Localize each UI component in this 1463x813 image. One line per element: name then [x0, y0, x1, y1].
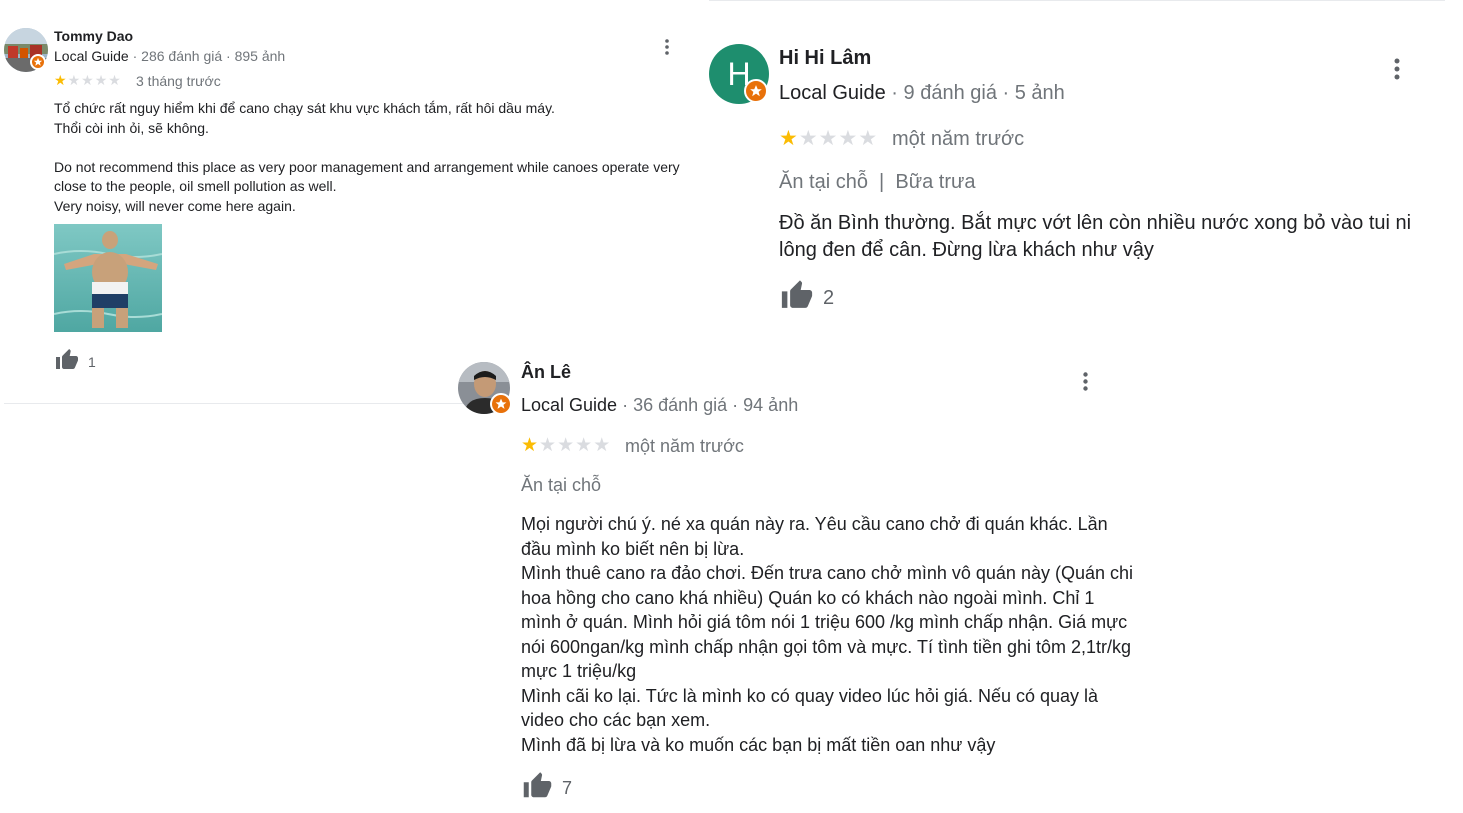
more-options-button[interactable]	[1081, 371, 1090, 397]
review-paragraph: Mình cãi ko lại. Tức là mình ko có quay …	[521, 685, 1099, 731]
star-empty-icon: ★	[575, 435, 594, 456]
review-time: một năm trước	[625, 436, 744, 456]
dining-tags: Ăn tại chỗ	[521, 475, 602, 495]
star-empty-icon: ★	[539, 435, 558, 456]
review-paragraph: Mình đã bị lừa và ko muốn các bạn bị mất…	[521, 734, 996, 755]
star-empty-icon: ★	[557, 435, 576, 456]
like-count: 7	[562, 778, 573, 798]
review-text: Mọi người chú ý. né xa quán này ra. Yêu …	[521, 512, 1133, 757]
star-rating: ★★★★★	[521, 434, 611, 457]
more-vert-icon	[1083, 372, 1088, 391]
star-filled-icon: ★	[521, 435, 540, 456]
review-photo-counts: · 36 đánh giá · 94 ảnh	[617, 395, 799, 415]
review-paragraph: Mọi người chú ý. né xa quán này ra. Yêu …	[521, 514, 1108, 559]
like-button[interactable]	[521, 771, 554, 806]
reviewer-name[interactable]: Ân Lê	[521, 362, 571, 383]
reviewer-stats: Local Guide · 36 đánh giá · 94 ảnh	[521, 395, 798, 416]
review-card-an-le: Ân Lê Local Guide · 36 đánh giá · 94 ảnh…	[0, 0, 1463, 813]
local-guide-label: Local Guide	[521, 395, 618, 415]
thumb-up-icon	[523, 772, 552, 798]
review-paragraph: Mình thuê cano ra đảo chơi. Đến trưa can…	[521, 563, 1133, 681]
star-empty-icon: ★	[593, 435, 612, 456]
local-guide-star-icon	[490, 393, 512, 415]
